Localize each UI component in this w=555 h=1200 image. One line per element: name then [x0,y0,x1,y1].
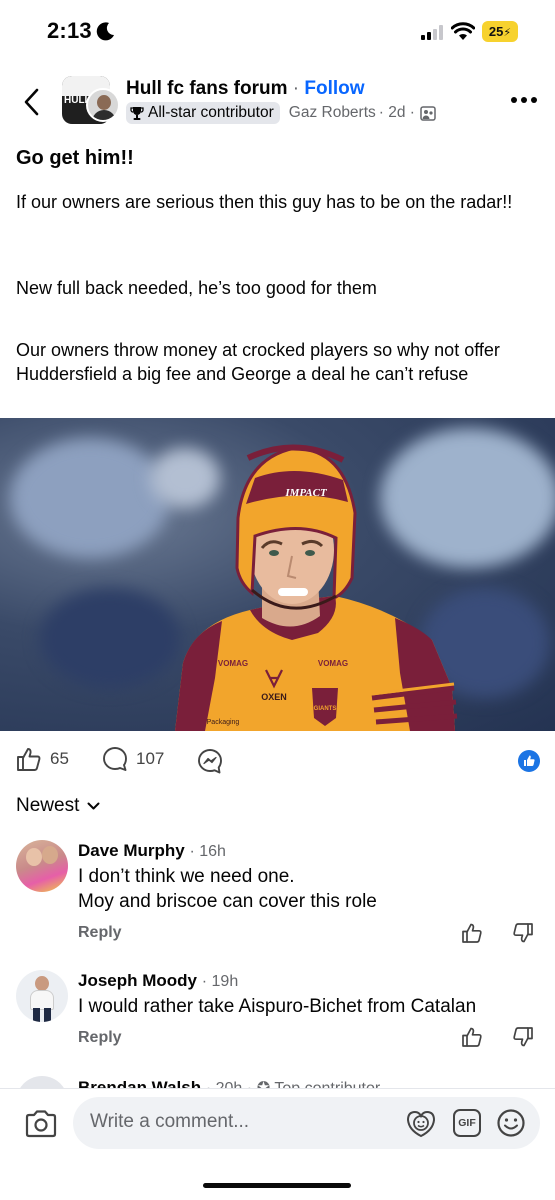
jersey-sponsor-right: VOMAG [318,659,348,668]
post-actions: 65 107 [0,740,555,780]
comment-button[interactable]: 107 [102,746,164,772]
post-paragraph-2: New full back needed, he’s too good for … [16,278,377,298]
chevron-down-icon [87,802,100,809]
trophy-icon [130,106,144,120]
status-bar: 2:13 25⚡ [0,0,555,62]
battery-level: 25 [488,24,504,39]
jersey-sponsor-center: OXEN [261,692,287,702]
camera-icon[interactable] [24,1109,58,1139]
comment-text-line-1: I don’t think we need one. [78,866,295,887]
chevron-left-icon[interactable] [18,86,46,118]
home-indicator [203,1183,351,1188]
commenter-avatar[interactable] [16,840,68,892]
commenter-name[interactable]: Dave Murphy · 16h [78,841,226,861]
comment-text-line-2: Moy and briscoe can cover this role [78,891,377,912]
thumbs-down-icon[interactable] [512,1026,534,1048]
like-icon [17,748,41,771]
post-title: Go get him!! [16,147,134,169]
jersey-sponsor-left: VOMAG [218,659,248,668]
commenter-avatar[interactable] [16,970,68,1022]
thumbs-up-icon[interactable] [461,1026,483,1048]
contributor-badge[interactable]: All-star contributor [126,102,280,124]
comment-sort[interactable]: Newest [16,795,100,817]
signal-icon [421,24,445,40]
group-privacy-icon [420,105,436,121]
commenter-name-text: Dave Murphy [78,841,185,860]
post-paragraph-1: If our owners are serious then this guy … [16,192,513,212]
group-line: Hull fc fans forum · Follow [126,78,365,100]
emoji-icon[interactable] [496,1108,526,1138]
author-name[interactable]: Gaz Roberts [289,104,376,122]
avatar-sticker-icon[interactable] [405,1108,437,1138]
thumbs-down-icon[interactable] [512,922,534,944]
commenter-name[interactable]: Joseph Moody · 19h [78,971,238,991]
follow-button[interactable]: Follow [304,78,364,99]
reply-button[interactable]: Reply [78,1029,122,1047]
post-time: · 2d · [378,104,415,121]
more-icon[interactable] [511,97,537,105]
comment-input[interactable]: Write a comment... GIF [73,1097,540,1149]
sort-label: Newest [16,795,80,816]
post-header: HULL Hull fc fans forum · Follow All-sta… [0,66,555,138]
post-paragraph-3: Our owners throw money at crocked player… [16,340,500,384]
messenger-icon[interactable] [197,748,223,774]
player-figure: IMPACT VOMAG VOMAG OXEN GIANTS Packaging [175,444,458,731]
group-name[interactable]: Hull fc fans forum [126,78,288,99]
wifi-icon [451,22,475,40]
comment-time: · 19h [201,973,239,990]
moon-icon [96,22,114,41]
post-meta: All-star contributor Gaz Roberts · 2d · [126,102,436,124]
status-time: 2:13 [47,18,92,43]
author-avatar[interactable] [86,88,120,122]
commenter-name-text: Joseph Moody [78,971,198,990]
separator: · [292,78,300,99]
post-photo[interactable]: IMPACT VOMAG VOMAG OXEN GIANTS Packaging [0,418,555,731]
badge-label: All-star contributor [148,104,274,121]
reply-button[interactable]: Reply [78,924,122,942]
comment-placeholder: Write a comment... [90,1111,250,1132]
headgear-text: IMPACT [284,487,328,499]
like-count: 65 [50,749,69,768]
comment-text-line-1: I would rather take Aispuro-Bichet from … [78,996,477,1017]
comment-count: 107 [136,749,165,768]
comment-icon [103,747,127,771]
like-badge-icon [518,750,540,772]
jersey-small-text: Packaging [207,719,240,726]
gif-icon[interactable]: GIF [453,1109,481,1137]
jersey-badge: GIANTS [314,706,337,712]
comment-time: · 16h [189,843,226,860]
like-button[interactable]: 65 [16,746,69,772]
thumbs-up-icon[interactable] [461,922,483,944]
battery-indicator: 25⚡ [482,21,518,42]
